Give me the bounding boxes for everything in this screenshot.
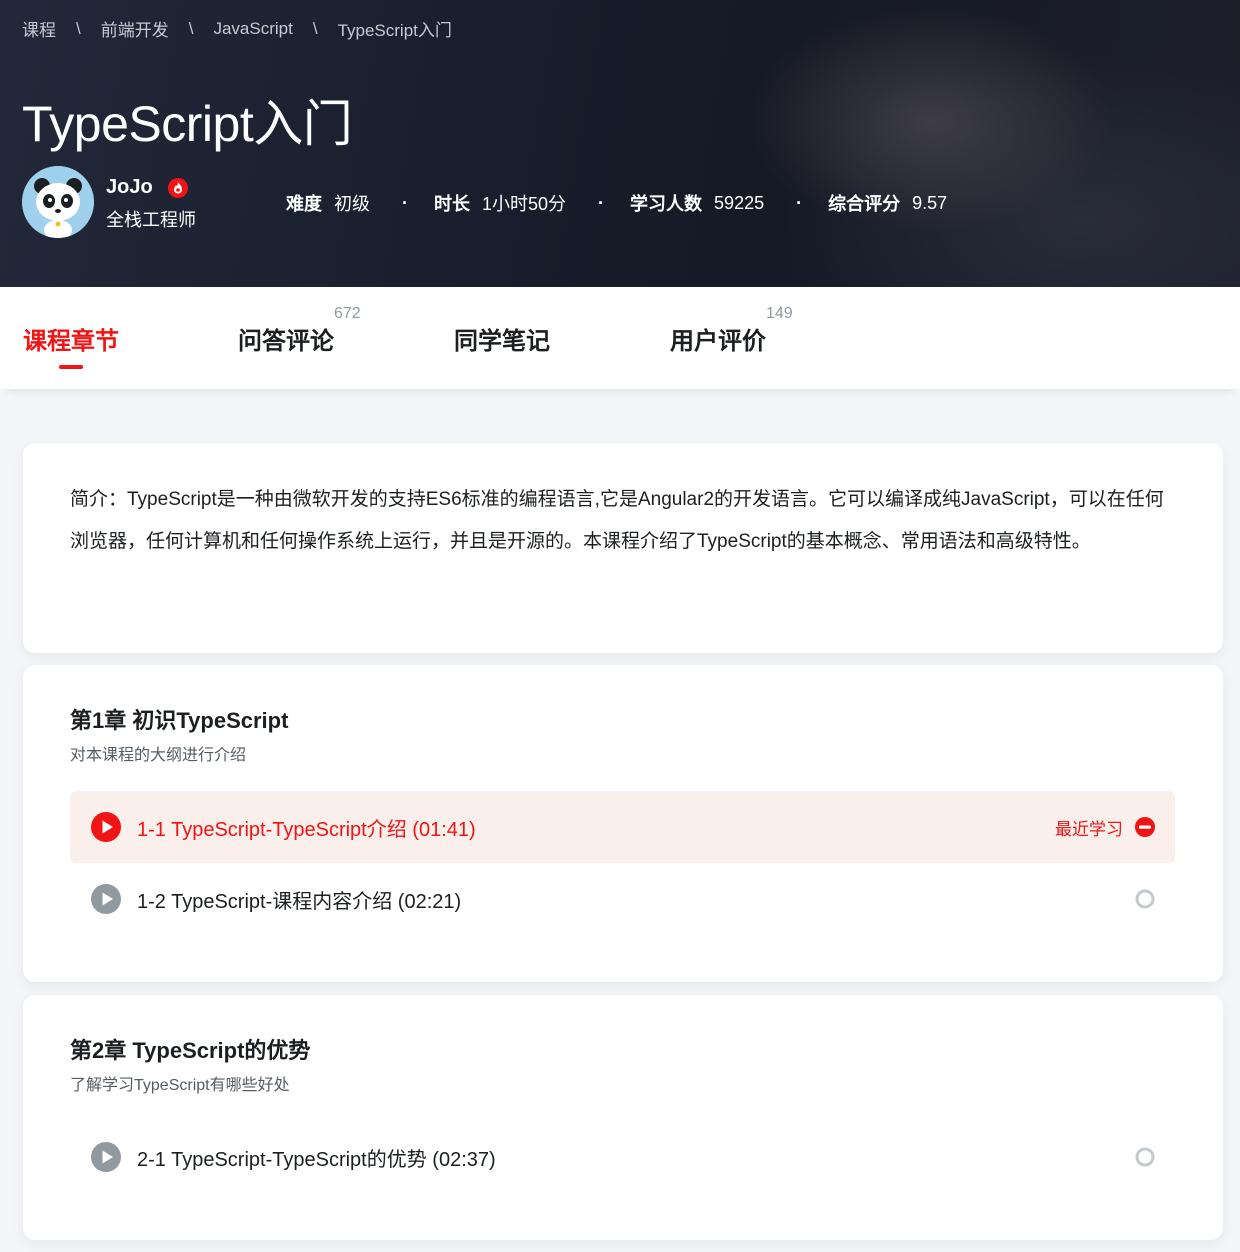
lesson-item[interactable]: 2-1 TypeScript-TypeScript的优势 (02:37) <box>70 1121 1175 1193</box>
active-tab-indicator <box>59 365 83 369</box>
course-tabs: 课程章节 问答评论 672 同学笔记 用户评价 149 <box>0 287 1240 389</box>
lesson-title: 1-2 TypeScript-课程内容介绍 (02:21) <box>137 891 462 913</box>
breadcrumb-separator: \ <box>188 18 194 38</box>
lesson-title: 2-1 TypeScript-TypeScript的优势 (02:37) <box>137 1149 496 1171</box>
teacher-name[interactable]: JoJo <box>106 176 153 199</box>
chapter-title: 第2章 TypeScript的优势 <box>70 1038 311 1063</box>
progress-empty-icon <box>1135 1147 1155 1167</box>
lesson-item[interactable]: 1-1 TypeScript-TypeScript介绍 (01:41) 最近学习 <box>70 791 1175 863</box>
stat-value-duration: 1小时50分 <box>482 194 567 214</box>
breadcrumb: 课程 \ 前端开发 \ JavaScript \ TypeScript入门 <box>22 16 452 41</box>
teacher-title: 全栈工程师 <box>106 210 196 230</box>
tab-chapters[interactable]: 课程章节 <box>23 287 133 389</box>
chapter-card: 第2章 TypeScript的优势 了解学习TypeScript有哪些好处 2-… <box>23 995 1223 1240</box>
breadcrumb-item-javascript[interactable]: JavaScript <box>213 19 292 39</box>
panda-avatar-icon <box>22 166 94 238</box>
tab-label: 同学笔记 <box>454 328 550 355</box>
chapter-card: 第1章 初识TypeScript 对本课程的大纲进行介绍 1-1 TypeScr… <box>23 665 1223 982</box>
play-icon <box>91 812 121 842</box>
tab-qa-comments[interactable]: 问答评论 672 <box>238 287 378 389</box>
stat-label-learners: 学习人数 <box>630 194 703 214</box>
chapter-desc: 对本课程的大纲进行介绍 <box>70 747 247 764</box>
progress-half-icon <box>1135 817 1155 837</box>
course-intro-text: 简介：TypeScript是一种由微软开发的支持ES6标准的编程语言,它是Ang… <box>70 489 1164 552</box>
stat-value-rating: 9.57 <box>912 192 948 213</box>
stat-value-learners: 59225 <box>714 192 765 213</box>
chapter-desc: 了解学习TypeScript有哪些好处 <box>70 1077 290 1094</box>
tab-label: 课程章节 <box>23 328 119 355</box>
breadcrumb-item-frontend[interactable]: 前端开发 <box>101 16 169 41</box>
play-icon <box>91 884 121 914</box>
stat-separator: · <box>402 192 408 213</box>
stat-label-difficulty: 难度 <box>286 194 322 214</box>
breadcrumb-separator: \ <box>312 18 318 38</box>
stat-value-difficulty: 初级 <box>334 194 370 214</box>
lesson-item[interactable]: 1-2 TypeScript-课程内容介绍 (02:21) <box>70 863 1175 935</box>
recent-study-label: 最近学习 <box>1055 820 1123 839</box>
tab-notes[interactable]: 同学笔记 <box>454 287 564 389</box>
breadcrumb-item-courses[interactable]: 课程 <box>22 16 56 41</box>
stat-label-duration: 时长 <box>434 194 470 214</box>
teacher-avatar[interactable] <box>22 166 94 238</box>
course-hero: 课程 \ 前端开发 \ JavaScript \ TypeScript入门 Ty… <box>0 0 1240 287</box>
course-intro-card: 简介：TypeScript是一种由微软开发的支持ES6标准的编程语言,它是Ang… <box>23 443 1223 653</box>
course-stats: 难度 初级 · 时长 1小时50分 · 学习人数 59225 · 综合评分 9.… <box>286 190 947 216</box>
stat-separator: · <box>598 192 605 213</box>
tab-label: 用户评价 <box>670 328 766 355</box>
stat-separator: · <box>796 192 803 213</box>
breadcrumb-item-current: TypeScript入门 <box>337 21 452 40</box>
stat-label-rating: 综合评分 <box>828 194 901 214</box>
progress-empty-icon <box>1135 889 1155 909</box>
lesson-title: 1-1 TypeScript-TypeScript介绍 (01:41) <box>137 819 476 841</box>
flame-icon <box>168 178 188 198</box>
play-icon <box>91 1142 121 1172</box>
tab-count-badge: 149 <box>766 305 793 322</box>
course-title: TypeScript入门 <box>22 96 353 152</box>
chapter-title: 第1章 初识TypeScript <box>70 708 289 733</box>
tab-label: 问答评论 <box>238 328 334 355</box>
breadcrumb-separator: \ <box>76 18 81 38</box>
tab-count-badge: 672 <box>334 305 361 322</box>
tab-reviews[interactable]: 用户评价 149 <box>670 287 810 389</box>
